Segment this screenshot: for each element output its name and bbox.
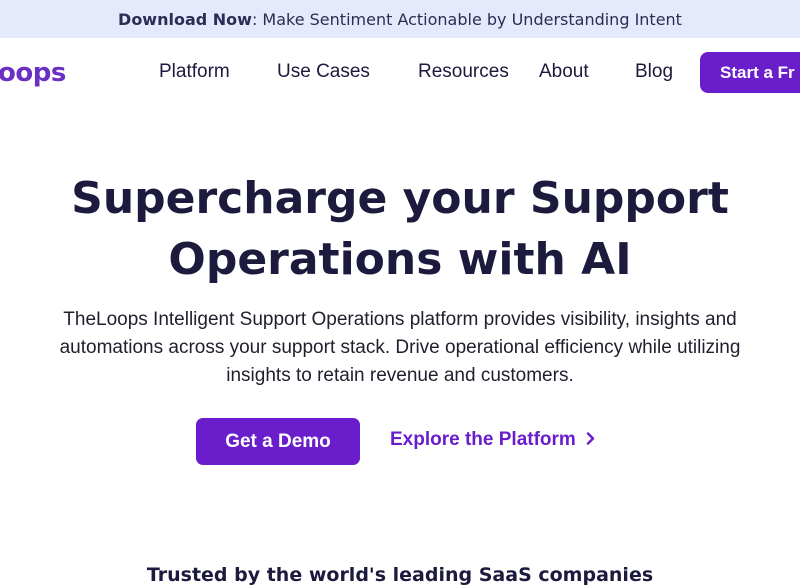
nav-item-about[interactable]: About: [539, 61, 589, 83]
nav-item-platform[interactable]: Platform: [159, 61, 230, 83]
nav-item-blog[interactable]: Blog: [635, 61, 673, 83]
hero-title-line-1: Supercharge your Support: [71, 173, 729, 224]
hero-subtitle: TheLoops Intelligent Support Operations …: [59, 309, 741, 386]
explore-platform-link[interactable]: Explore the Platform: [390, 429, 595, 451]
explore-platform-label: Explore the Platform: [390, 429, 576, 450]
logo[interactable]: oops: [0, 58, 66, 88]
start-free-button[interactable]: Start a Fr: [700, 52, 800, 93]
announcement-strong[interactable]: Download Now: [118, 10, 252, 29]
hero-title: Supercharge your Support Operations with…: [0, 168, 800, 290]
nav-item-use-cases[interactable]: Use Cases: [277, 61, 370, 83]
nav-item-resources[interactable]: Resources: [418, 61, 509, 83]
get-demo-button[interactable]: Get a Demo: [196, 418, 360, 465]
main-nav: oops Platform Use Cases Resources About …: [0, 38, 800, 108]
announcement-text[interactable]: : Make Sentiment Actionable by Understan…: [252, 10, 682, 29]
trusted-heading: Trusted by the world's leading SaaS comp…: [146, 564, 654, 586]
chevron-right-icon: [586, 430, 595, 450]
announcement-bar[interactable]: Download Now: Make Sentiment Actionable …: [0, 0, 800, 38]
hero-title-line-2: Operations with AI: [168, 234, 632, 285]
